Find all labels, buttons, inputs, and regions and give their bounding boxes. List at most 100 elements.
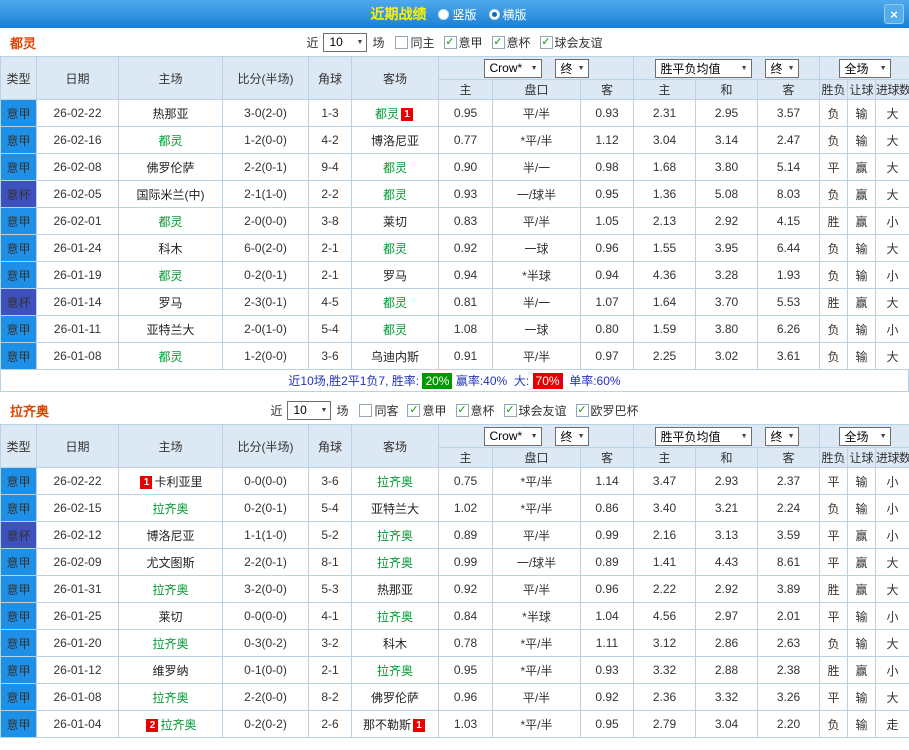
- avg-stage-select[interactable]: 终 ▼: [764, 58, 799, 78]
- competition-checkbox[interactable]: ✓ 意甲: [407, 402, 447, 419]
- asian-away-odds-cell: 0.94: [579, 261, 635, 289]
- euro-draw-odds-cell: 2.86: [695, 629, 759, 657]
- asian-away-odds-cell: 0.97: [579, 342, 635, 370]
- handicap-result-cell: 输: [847, 494, 877, 522]
- home-team-name[interactable]: 博洛尼亚: [146, 529, 194, 543]
- home-team-name[interactable]: 罗马: [158, 296, 182, 310]
- euro-away-odds-cell: 2.47: [757, 126, 821, 154]
- competition-type-cell: 意杯: [0, 521, 37, 549]
- home-team-name[interactable]: 尤文图斯: [146, 556, 194, 570]
- match-date-cell: 26-01-08: [36, 342, 119, 370]
- match-date-cell: 26-02-08: [36, 153, 119, 181]
- away-team-name[interactable]: 都灵: [383, 296, 407, 310]
- chevron-down-icon: ▼: [577, 64, 585, 72]
- competition-checkbox[interactable]: ✓ 球会友谊: [503, 402, 567, 419]
- home-team-name[interactable]: 拉齐奥: [152, 637, 188, 651]
- away-team-name[interactable]: 拉齐奥: [377, 610, 413, 624]
- away-team-name[interactable]: 佛罗伦萨: [371, 691, 419, 705]
- match-date-cell: 26-01-14: [36, 288, 119, 316]
- avg-odds-select[interactable]: 胜平负均值 ▼: [654, 58, 752, 78]
- handicap-result-cell: 赢: [847, 180, 877, 208]
- home-team-name[interactable]: 都灵: [158, 215, 182, 229]
- away-team-name[interactable]: 拉齐奥: [377, 556, 413, 570]
- euro-away-odds-cell: 1.93: [757, 261, 821, 289]
- home-team-name[interactable]: 亚特兰大: [146, 323, 194, 337]
- away-team-name[interactable]: 乌迪内斯: [371, 350, 419, 364]
- competition-checkbox[interactable]: ✓ 意杯: [491, 34, 531, 51]
- home-team-name[interactable]: 拉齐奥: [152, 583, 188, 597]
- home-team-name[interactable]: 拉齐奥: [152, 691, 188, 705]
- home-team-name[interactable]: 都灵: [158, 269, 182, 283]
- asian-handicap-cell: 平/半: [492, 521, 581, 549]
- home-team-name[interactable]: 国际米兰(中): [137, 188, 205, 202]
- checkbox-icon: ✓: [503, 403, 517, 417]
- competition-checkbox[interactable]: ✓ 意甲: [443, 34, 483, 51]
- away-team-name[interactable]: 都灵: [383, 242, 407, 256]
- competition-checkbox[interactable]: 同主: [395, 34, 435, 51]
- competition-type-cell: 意甲: [0, 548, 37, 576]
- away-team-name[interactable]: 博洛尼亚: [371, 134, 419, 148]
- home-team-name[interactable]: 拉齐奥: [152, 502, 188, 516]
- match-result-cell: 负: [819, 261, 849, 289]
- over-under-cell: 小: [875, 207, 909, 235]
- away-team-name[interactable]: 拉齐奥: [377, 664, 413, 678]
- home-team-name[interactable]: 科木: [158, 242, 182, 256]
- away-team-name[interactable]: 罗马: [383, 269, 407, 283]
- avg-odds-select[interactable]: 胜平负均值 ▼: [654, 426, 752, 446]
- match-scope-select[interactable]: 全场 ▼: [838, 426, 891, 446]
- asian-home-odds-cell: 0.77: [438, 126, 493, 154]
- competition-checkbox[interactable]: ✓ 欧罗巴杯: [575, 402, 639, 419]
- home-team-cell: 佛罗伦萨: [118, 153, 223, 181]
- euro-away-odds-cell: 5.14: [757, 153, 821, 181]
- home-team-cell: 拉齐奥: [118, 629, 223, 657]
- home-team-name[interactable]: 都灵: [158, 350, 182, 364]
- asian-home-odds-cell: 0.96: [438, 683, 493, 711]
- home-team-name[interactable]: 卡利亚里: [154, 475, 202, 489]
- away-team-name[interactable]: 莱切: [383, 215, 407, 229]
- away-team-name[interactable]: 热那亚: [377, 583, 413, 597]
- bookmaker-select[interactable]: Crow* ▼: [483, 58, 542, 78]
- away-team-name[interactable]: 都灵: [383, 188, 407, 202]
- match-count-select[interactable]: 10 ▼: [287, 400, 332, 420]
- away-team-name[interactable]: 拉齐奥: [377, 529, 413, 543]
- home-team-name[interactable]: 莱切: [158, 610, 182, 624]
- match-result-cell: 负: [819, 180, 849, 208]
- radio-vertical-option[interactable]: 竖版: [438, 6, 477, 23]
- away-team-name[interactable]: 都灵: [383, 323, 407, 337]
- over-under-cell: 大: [875, 180, 909, 208]
- away-team-cell: 热那亚: [351, 575, 439, 603]
- bookmaker-select[interactable]: Crow* ▼: [483, 426, 542, 446]
- euro-away-odds-cell: 5.53: [757, 288, 821, 316]
- away-team-name[interactable]: 亚特兰大: [371, 502, 419, 516]
- checkbox-label: 意杯: [470, 403, 495, 418]
- home-team-cell: 科木: [118, 234, 223, 262]
- radio-horizontal-option[interactable]: 横版: [488, 6, 527, 23]
- competition-checkbox[interactable]: ✓ 球会友谊: [539, 34, 603, 51]
- competition-checkbox[interactable]: 同客: [359, 402, 398, 419]
- close-button[interactable]: ×: [884, 4, 904, 24]
- home-team-name[interactable]: 热那亚: [152, 107, 188, 121]
- match-count-select[interactable]: 10 ▼: [323, 32, 368, 52]
- asian-home-odds-cell: 0.84: [438, 602, 493, 630]
- match-date-cell: 26-01-04: [36, 710, 119, 738]
- away-team-name[interactable]: 拉齐奥: [377, 475, 413, 489]
- away-team-name[interactable]: 都灵: [375, 107, 399, 121]
- avg-stage-select[interactable]: 终 ▼: [764, 426, 799, 446]
- away-team-name[interactable]: 都灵: [383, 161, 407, 175]
- col-goals-header: 进球数: [875, 79, 909, 100]
- corner-count-cell: 4-1: [308, 602, 352, 630]
- home-team-name[interactable]: 拉齐奥: [160, 718, 196, 732]
- euro-home-odds-cell: 4.36: [633, 261, 697, 289]
- away-team-name[interactable]: 科木: [383, 637, 407, 651]
- match-scope-select[interactable]: 全场 ▼: [838, 58, 891, 78]
- odds-stage-select[interactable]: 终 ▼: [554, 58, 589, 78]
- home-team-name[interactable]: 都灵: [158, 134, 182, 148]
- odds-stage-select[interactable]: 终 ▼: [554, 426, 589, 446]
- home-team-name[interactable]: 佛罗伦萨: [146, 161, 194, 175]
- competition-checkbox[interactable]: ✓ 意杯: [455, 402, 495, 419]
- near-label: 近: [306, 35, 319, 50]
- recent-results-panel: 近期战绩 竖版 横版 × 都灵 近 10 ▼ 场 同主 ✓ 意甲 ✓ 意杯 ✓ 球会友谊: [0, 0, 909, 750]
- score-cell: 3-2(0-0): [222, 575, 309, 603]
- home-team-name[interactable]: 维罗纳: [152, 664, 188, 678]
- away-team-name[interactable]: 那不勒斯: [363, 718, 411, 732]
